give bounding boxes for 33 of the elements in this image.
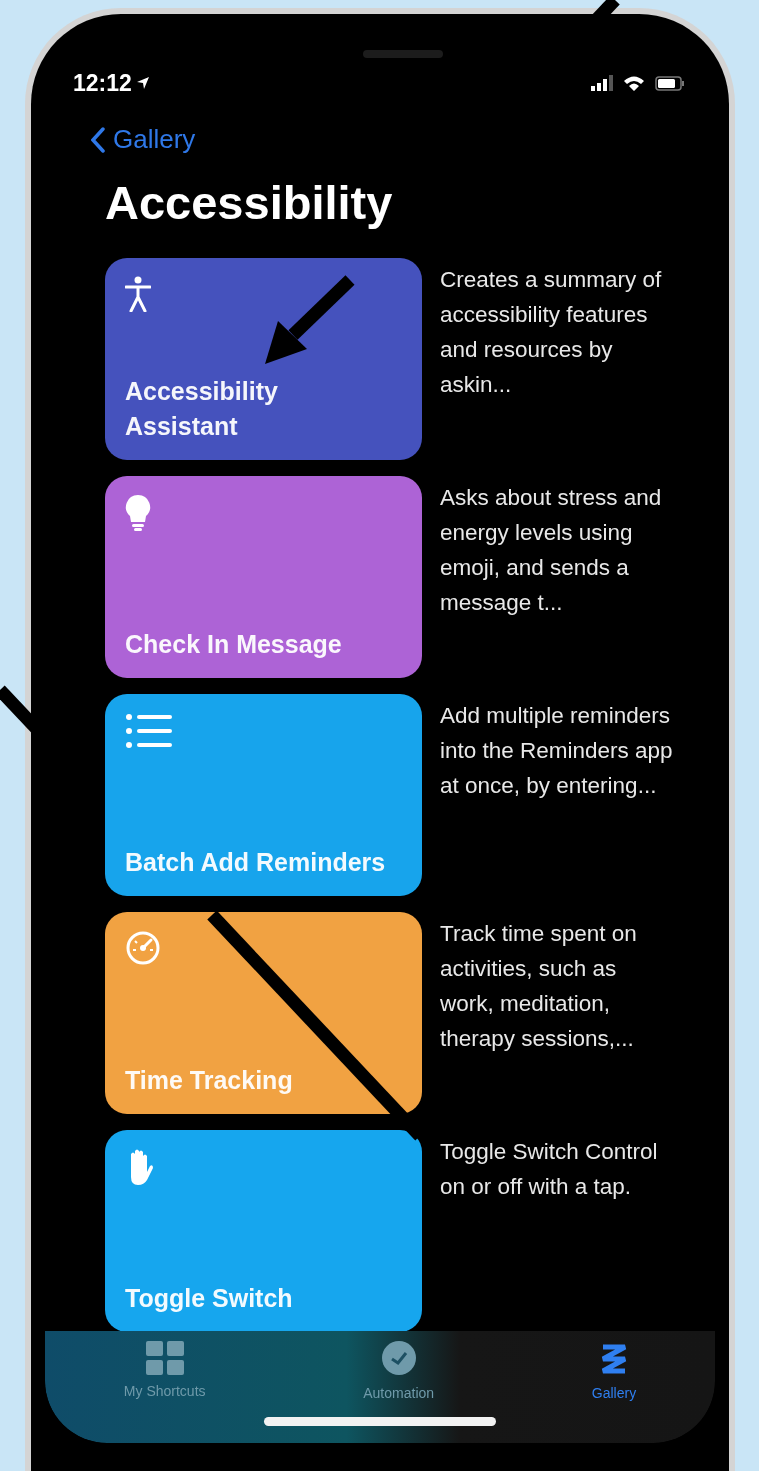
shortcut-name: Check In Message [125,629,342,660]
shortcut-card[interactable]: Accessibility Assistant [105,258,422,460]
list-icon [125,712,173,750]
shortcut-description: Add multiple reminders into the Reminders app at once, by entering... [440,702,674,800]
shortcut-name: Toggle Switch [125,1283,293,1314]
shortcut-card[interactable]: Time Tracking [105,912,422,1114]
location-icon [135,76,150,90]
tab[interactable]: My Shortcuts [113,1341,216,1401]
home-indicator[interactable] [264,1417,496,1426]
shortcut-card[interactable]: Batch Add Reminders [105,694,422,896]
status-time: 12:12 [73,69,132,97]
signal-icon [591,75,613,91]
shortcut-name: Accessibility Assistant [125,376,279,442]
tab[interactable]: Automation [353,1341,445,1401]
tab[interactable]: Gallery [581,1341,647,1401]
shortcut-card[interactable]: Toggle Switch [105,1130,422,1331]
back-button[interactable]: Gallery [91,124,196,155]
grid-icon [145,1341,184,1375]
shortcut-description: Track time spent on activities, such as work, meditation, therapy sessions,... [440,920,638,1053]
gauge-icon [125,930,161,966]
battery-icon [655,75,685,91]
wifi-icon [623,75,645,91]
accessibility-person-icon [125,276,151,312]
shortcut-name: Batch Add Reminders [125,847,386,878]
shortcut-card[interactable]: Check In Message [105,476,422,678]
page-title: Accessibility [105,175,394,231]
shortcut-description: Creates a summary of accessibility features and resources by askin... [440,266,663,399]
clock-icon [379,1341,418,1377]
lightbulb-icon [125,494,151,532]
shortcut-description: Toggle Switch Control on or off with a tap. [440,1138,659,1201]
shortcut-name: Time Tracking [125,1065,293,1096]
chevron-left-icon [91,126,105,153]
shortcut-description: Asks about stress and energy levels using emoji, and sends a message t... [440,484,663,617]
